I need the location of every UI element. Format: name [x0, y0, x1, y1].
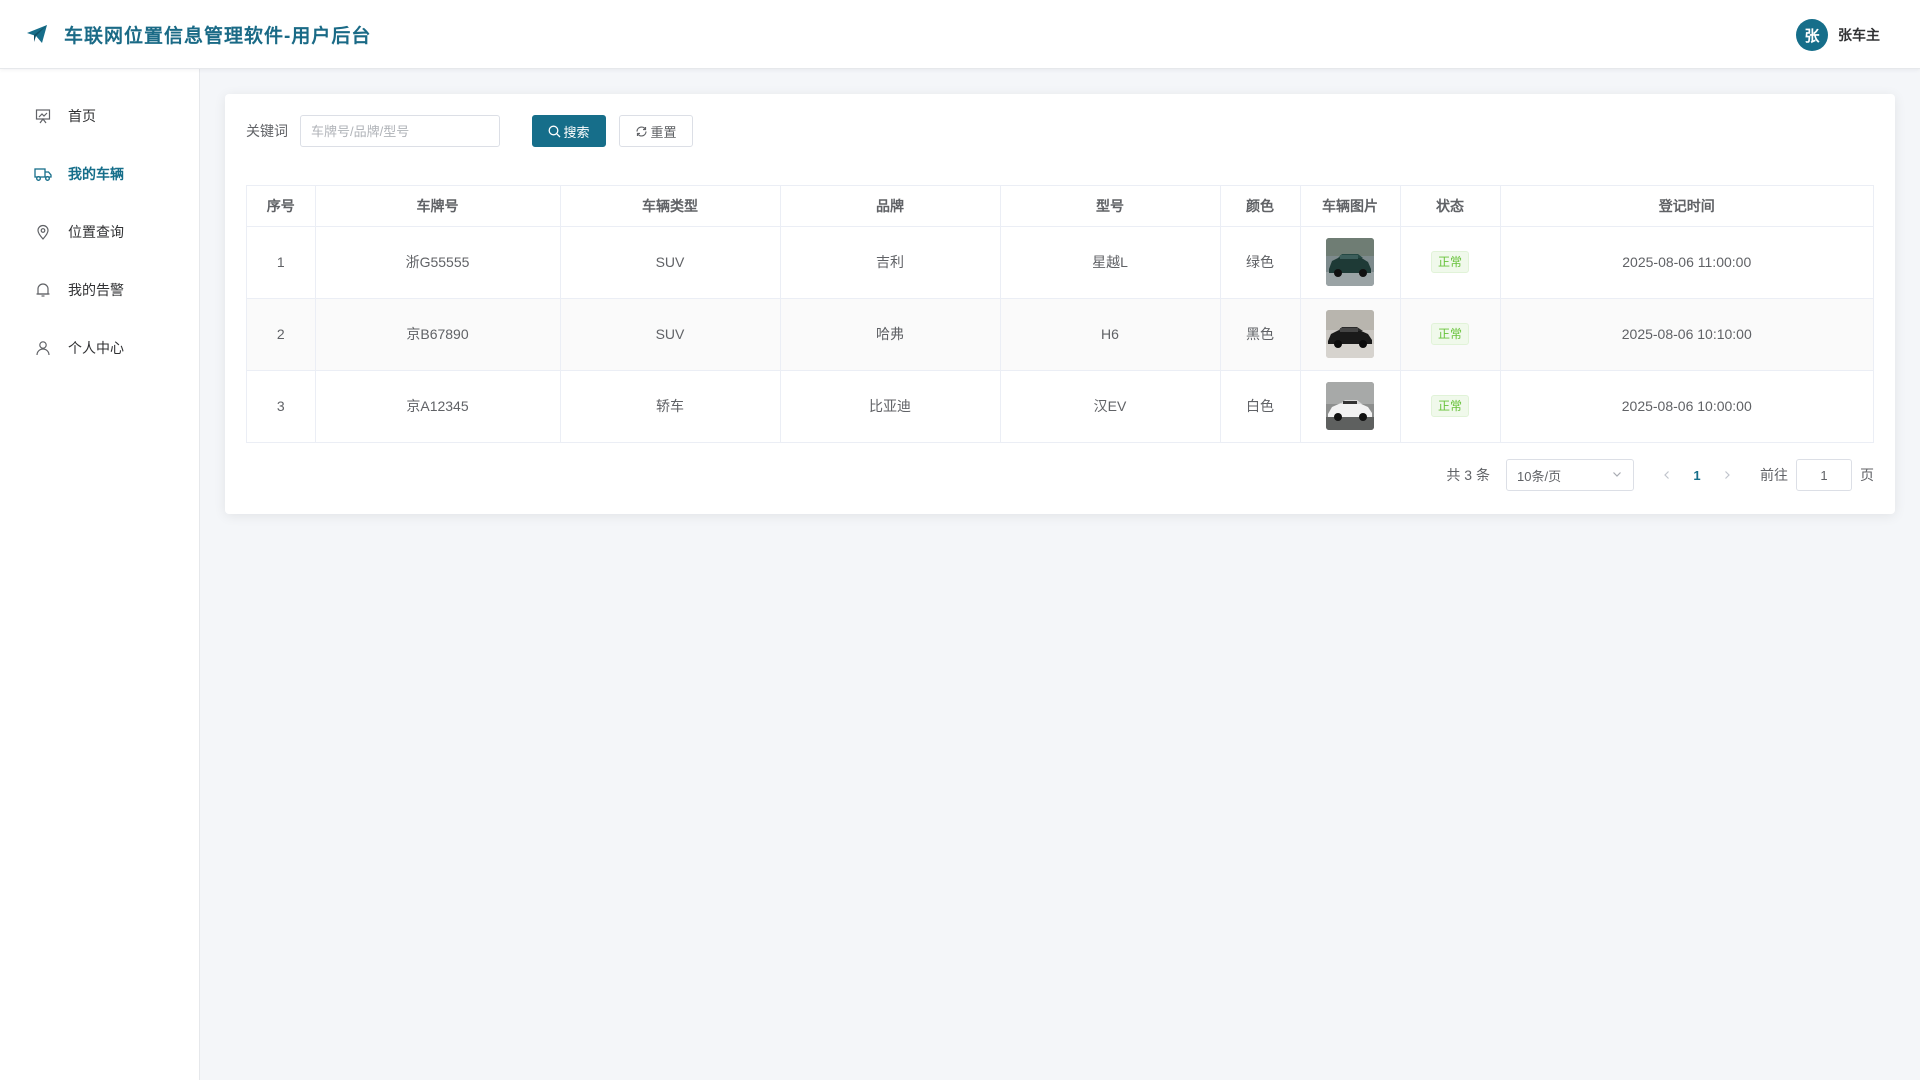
reset-button[interactable]: 重置 — [619, 115, 693, 147]
page-size-select[interactable]: 10条/页 — [1506, 459, 1634, 491]
cell-brand: 哈弗 — [780, 298, 1001, 371]
cell-plate: 浙G55555 — [315, 226, 561, 299]
column-header: 品牌 — [780, 186, 1001, 227]
sidebar-item-location-query[interactable]: 位置查询 — [0, 203, 200, 261]
table-row: 3 京A12345 轿车 比亚迪 汉EV 白色 正常 2025-08-06 10… — [247, 370, 1873, 442]
user-icon — [34, 339, 52, 357]
vehicle-table: 序号 车牌号 车辆类型 品牌 型号 颜色 车辆图片 状态 登记时间 1 浙G55… — [246, 185, 1874, 443]
cell-type: SUV — [560, 226, 781, 299]
keyword-input[interactable] — [300, 115, 500, 147]
cell-brand: 吉利 — [780, 226, 1001, 299]
table-row: 1 浙G55555 SUV 吉利 星越L 绿色 正常 2025-08-06 11… — [247, 226, 1873, 299]
status-badge: 正常 — [1430, 395, 1469, 418]
cell-color: 白色 — [1220, 370, 1301, 442]
cell-status: 正常 — [1400, 370, 1501, 442]
page-number-current[interactable]: 1 — [1682, 468, 1712, 483]
cell-time: 2025-08-06 10:00:00 — [1621, 398, 1752, 415]
cell-model: 汉EV — [1000, 370, 1221, 442]
sidebar-item-label: 我的车辆 — [68, 166, 124, 182]
sidebar-item-my-vehicles[interactable]: 我的车辆 — [0, 145, 200, 203]
sidebar-item-label: 首页 — [68, 108, 96, 124]
sidebar-item-label: 位置查询 — [68, 224, 124, 240]
column-header: 登记时间 — [1500, 186, 1873, 227]
cell-status: 正常 — [1400, 298, 1501, 371]
app-title: 车联网位置信息管理软件-用户后台 — [64, 25, 372, 47]
sidebar-item-profile[interactable]: 个人中心 — [0, 319, 200, 377]
cell-image — [1300, 226, 1401, 299]
presentation-icon — [34, 107, 52, 125]
chevron-down-icon — [1611, 468, 1623, 483]
chevron-left-icon — [1664, 471, 1669, 479]
bell-icon — [34, 281, 52, 299]
status-badge: 正常 — [1430, 251, 1469, 273]
vehicle-list-card: 关键词 搜索 重置 序号 车牌号 车辆类型 — [225, 94, 1895, 514]
column-header: 型号 — [1000, 186, 1221, 227]
cell-time: 2025-08-06 10:10:00 — [1500, 298, 1873, 371]
location-pin-icon — [34, 223, 52, 241]
status-badge: 正常 — [1430, 323, 1469, 345]
vehicle-thumbnail[interactable] — [1326, 238, 1374, 286]
cell-status: 正常 — [1400, 226, 1501, 299]
pagination: 共 3 条 10条/页 1 前往 页 — [1446, 459, 1874, 491]
cell-plate: 京B67890 — [315, 298, 561, 371]
vehicle-thumbnail[interactable] — [1326, 382, 1374, 431]
cell-plate: 京A12345 — [315, 370, 561, 442]
cell-image — [1300, 298, 1401, 371]
cell-color: 黑色 — [1220, 298, 1301, 371]
sidebar-item-home[interactable]: 首页 — [0, 87, 200, 145]
column-header: 序号 — [247, 186, 316, 227]
column-header: 车辆图片 — [1300, 186, 1401, 227]
paper-plane-icon — [24, 21, 50, 47]
sidebar-item-my-alerts[interactable]: 我的告警 — [0, 261, 200, 319]
cell-brand: 比亚迪 — [780, 370, 1001, 442]
avatar[interactable]: 张 — [1796, 19, 1828, 51]
page-suffix-label: 页 — [1860, 467, 1874, 483]
cell-image — [1300, 370, 1401, 442]
sidebar-menu: 首页 我的车辆 位置查询 我的告警 个人中心 — [0, 87, 200, 377]
cell-model: H6 — [1000, 298, 1221, 371]
cell-type: SUV — [560, 298, 781, 371]
column-header: 状态 — [1400, 186, 1501, 227]
search-bar: 关键词 搜索 重置 — [246, 115, 693, 147]
goto-page-input[interactable] — [1796, 459, 1852, 491]
table-header-row: 序号 车牌号 车辆类型 品牌 型号 颜色 车辆图片 状态 登记时间 — [247, 186, 1873, 227]
table-row: 2 京B67890 SUV 哈弗 H6 黑色 正常 2025-08-06 10:… — [247, 298, 1873, 371]
top-header: 车联网位置信息管理软件-用户后台 张 张车主 — [0, 0, 1920, 69]
cell-color: 绿色 — [1220, 226, 1301, 299]
cell-index: 2 — [247, 298, 316, 371]
column-header: 车牌号 — [315, 186, 561, 227]
search-button[interactable]: 搜索 — [532, 115, 606, 147]
search-button-label: 搜索 — [563, 124, 590, 140]
sidebar-item-label: 我的告警 — [68, 282, 124, 298]
column-header: 车辆类型 — [560, 186, 781, 227]
chevron-right-icon — [1725, 471, 1730, 479]
prev-page-button[interactable] — [1652, 467, 1682, 483]
cell-time: 2025-08-06 11:00:00 — [1500, 226, 1873, 299]
user-menu[interactable]: 张 张车主 — [1796, 19, 1880, 51]
cell-index: 1 — [247, 226, 316, 299]
search-icon — [548, 125, 561, 138]
cell-type: 轿车 — [560, 370, 781, 442]
reset-button-label: 重置 — [650, 124, 677, 140]
sidebar-item-label: 个人中心 — [68, 340, 124, 356]
keyword-label: 关键词 — [246, 123, 288, 139]
next-page-button[interactable] — [1712, 467, 1742, 483]
truck-icon — [34, 165, 52, 183]
pagination-total: 共 3 条 — [1446, 467, 1490, 483]
cell-model: 星越L — [1000, 226, 1221, 299]
refresh-icon — [635, 125, 648, 138]
column-header: 颜色 — [1220, 186, 1301, 227]
user-name[interactable]: 张车主 — [1838, 25, 1880, 45]
cell-index: 3 — [247, 370, 316, 442]
page-size-value: 10条/页 — [1517, 468, 1562, 484]
goto-label: 前往 — [1760, 467, 1788, 483]
vehicle-thumbnail[interactable] — [1326, 310, 1374, 358]
